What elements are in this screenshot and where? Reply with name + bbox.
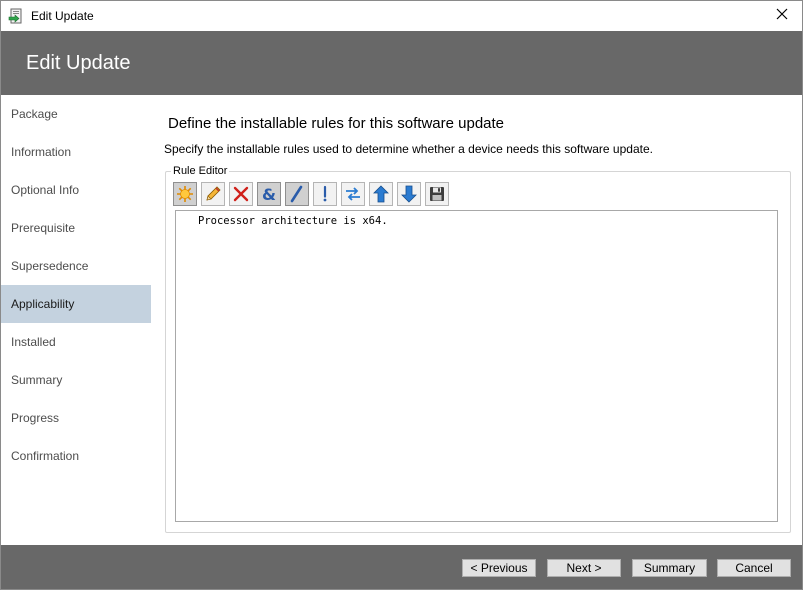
app-icon [8, 8, 24, 24]
edit-update-window: Edit Update Edit Update Package Informat… [0, 0, 803, 590]
close-button[interactable] [762, 1, 802, 31]
and-operator-icon: & [260, 185, 278, 203]
svg-text:&: & [262, 185, 276, 203]
page-title: Edit Update [26, 52, 131, 74]
and-operator-button[interactable]: & [257, 182, 281, 206]
cancel-button[interactable]: Cancel [717, 559, 791, 577]
section-description: Specify the installable rules used to de… [164, 142, 653, 156]
sidebar-item-information[interactable]: Information [1, 133, 151, 171]
title-bar: Edit Update [1, 1, 802, 31]
next-button[interactable]: Next > [547, 559, 621, 577]
summary-button[interactable]: Summary [632, 559, 707, 577]
move-down-button[interactable] [397, 182, 421, 206]
sidebar-item-optional-info[interactable]: Optional Info [1, 171, 151, 209]
section-title: Define the installable rules for this so… [168, 115, 505, 132]
wizard-sidebar: Package Information Optional Info Prereq… [1, 95, 151, 545]
not-operator-icon [316, 185, 334, 203]
move-up-button[interactable] [369, 182, 393, 206]
sidebar-item-installed[interactable]: Installed [1, 323, 151, 361]
sidebar-item-package[interactable]: Package [1, 95, 151, 133]
wizard-footer: < Previous Next > Summary Cancel [1, 545, 802, 589]
delete-rule-button[interactable] [229, 182, 253, 206]
sidebar-item-supersedence[interactable]: Supersedence [1, 247, 151, 285]
window-title: Edit Update [31, 9, 94, 23]
rule-editor-area[interactable]: Processor architecture is x64. [175, 210, 778, 522]
rule-editor-label: Rule Editor [171, 165, 230, 177]
rule-editor-toolbar: & [173, 182, 453, 206]
sidebar-item-applicability[interactable]: Applicability [1, 285, 151, 323]
wizard-header: Edit Update [1, 31, 802, 95]
delete-rule-icon [232, 185, 250, 203]
new-rule-icon [176, 185, 194, 203]
or-operator-button[interactable] [285, 182, 309, 206]
sidebar-item-confirmation[interactable]: Confirmation [1, 437, 151, 475]
sidebar-item-summary[interactable]: Summary [1, 361, 151, 399]
edit-rule-icon [204, 185, 222, 203]
close-icon [776, 7, 788, 25]
rule-item[interactable]: Processor architecture is x64. [198, 215, 388, 227]
new-rule-button[interactable] [173, 182, 197, 206]
previous-button[interactable]: < Previous [462, 559, 536, 577]
not-operator-button[interactable] [313, 182, 337, 206]
save-rule-icon [428, 185, 446, 203]
save-rule-button[interactable] [425, 182, 449, 206]
toggle-icon [344, 185, 362, 203]
move-up-icon [372, 185, 390, 203]
or-operator-icon [288, 185, 306, 203]
sidebar-item-prerequisite[interactable]: Prerequisite [1, 209, 151, 247]
move-down-icon [400, 185, 418, 203]
sidebar-item-progress[interactable]: Progress [1, 399, 151, 437]
edit-rule-button[interactable] [201, 182, 225, 206]
toggle-button[interactable] [341, 182, 365, 206]
